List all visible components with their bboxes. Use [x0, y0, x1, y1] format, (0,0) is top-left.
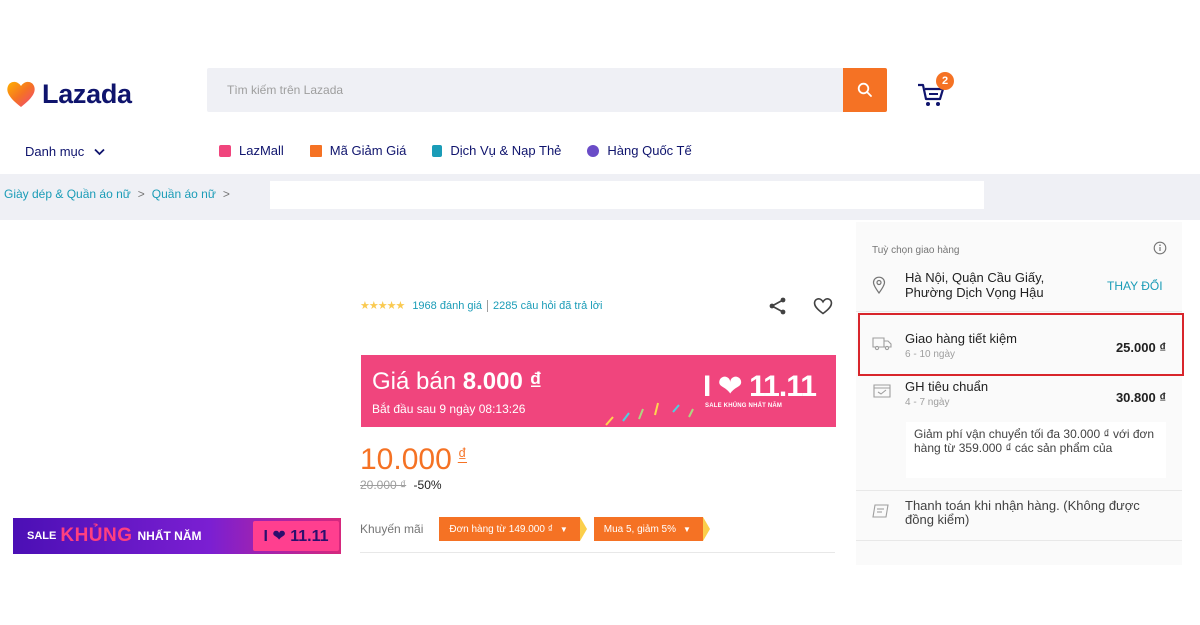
nav-link-label: Mã Giảm Giá	[329, 143, 407, 158]
price-value: 10.000	[360, 443, 452, 476]
info-icon[interactable]	[1153, 241, 1167, 255]
delivery-title: Tuỳ chọn giao hàng	[872, 245, 960, 256]
divider	[856, 311, 1182, 312]
reviews-link[interactable]: 1968 đánh giá	[412, 300, 482, 312]
voucher-tag[interactable]: Đơn hàng từ 149.000 ₫ ▼	[439, 517, 588, 541]
search-input[interactable]	[207, 68, 843, 112]
chevron-down-icon: ▼	[683, 524, 691, 534]
highlight-box	[858, 313, 1184, 376]
nav-link-topup[interactable]: Dịch Vụ & Nạp Thẻ	[432, 143, 561, 158]
cart-count-badge: 2	[936, 72, 954, 90]
shipping-price: 30.800 ₫	[1115, 390, 1166, 405]
product-rating: ★★★★★ 1968 đánh giá 2285 câu hỏi đã trả …	[360, 299, 602, 312]
location-pin-icon	[872, 276, 886, 294]
banner-khung-text: KHỦNG	[60, 525, 133, 546]
flash-sale-countdown: Bắt đầu sau 9 ngày 08:13:26	[372, 402, 526, 416]
share-icon[interactable]	[768, 296, 788, 316]
change-address-link[interactable]: THAY ĐỔI	[1107, 279, 1163, 293]
divider	[856, 490, 1182, 491]
breadcrumb-item[interactable]: Giày dép & Quần áo nữ	[4, 187, 131, 201]
lazada-logo[interactable]: Lazada	[6, 78, 132, 110]
cash-on-delivery-icon	[872, 504, 889, 518]
cart-button[interactable]: 2	[916, 72, 956, 112]
original-price: 20.000 ₫	[360, 478, 407, 492]
shipping-days: 4 - 7 ngày	[905, 397, 950, 408]
nav-link-label: Hàng Quốc Tế	[607, 143, 692, 158]
answers-link[interactable]: 2285 câu hỏi đã trả lời	[493, 300, 602, 312]
phone-topup-icon	[432, 144, 443, 157]
lazmall-icon	[219, 144, 231, 157]
breadcrumb-item[interactable]: Quần áo nữ	[152, 187, 216, 201]
flash-sale-label: Giá bán	[372, 368, 457, 395]
nav-link-coupon[interactable]: Mã Giảm Giá	[309, 143, 407, 158]
flash-sale-logo-subtitle: SALE KHỦNG NHẤT NĂM	[705, 403, 783, 409]
delivery-options-panel: Tuỳ chọn giao hàng Hà Nội, Quận Cầu Giấy…	[856, 222, 1182, 565]
rating-divider	[487, 299, 489, 312]
search-box	[207, 68, 843, 112]
search-icon	[857, 82, 872, 97]
shipping-option-standard[interactable]: GH tiêu chuẩn 4 - 7 ngày 30.800 ₫	[856, 374, 1182, 424]
rating-stars: ★★★★★	[360, 300, 405, 312]
breadcrumb-current	[270, 181, 984, 209]
heart-logo-icon	[7, 81, 35, 107]
wishlist-heart-icon[interactable]	[813, 297, 833, 315]
breadcrumb-separator: >	[222, 187, 230, 201]
banner-1111-tag: I ❤ 11.11	[253, 521, 339, 551]
voucher-label: Mua 5, giảm 5%	[603, 523, 677, 535]
breadcrumb: Giày dép & Quần áo nữ > Quần áo nữ >	[4, 187, 237, 201]
delivery-address: Hà Nội, Quận Cầu Giấy, Phường Dịch Vọng …	[905, 270, 1045, 300]
logo-text: Lazada	[42, 78, 132, 109]
discount-percent: -50%	[413, 478, 442, 492]
nav-links: LazMall Mã Giảm Giá Dịch Vụ & Nạp Thẻ Hà…	[219, 143, 718, 158]
flash-sale-1111-logo: I ❤ 11.11	[703, 370, 817, 403]
nav-link-global[interactable]: Hàng Quốc Tế	[587, 143, 692, 158]
coupon-icon	[309, 144, 322, 157]
nav-link-label: Dịch Vụ & Nạp Thẻ	[450, 143, 562, 158]
category-label: Danh mục	[25, 144, 85, 159]
flash-sale-amount: 8.000 ₫	[462, 368, 542, 395]
chevron-down-icon: ▼	[559, 524, 568, 534]
banner-nhat-nam-text: NHẤT NĂM	[137, 529, 202, 543]
nav-link-lazmall[interactable]: LazMall	[219, 143, 284, 158]
shipping-name: GH tiêu chuẩn	[905, 379, 989, 394]
shipping-discount-note: Giảm phí vận chuyển tối đa 30.000 ₫ với …	[906, 422, 1166, 478]
original-price-row: 20.000 ₫ -50%	[360, 478, 442, 492]
package-icon	[873, 384, 891, 398]
chevron-down-icon	[94, 148, 105, 155]
product-price: 10.000 ₫	[360, 443, 467, 477]
flash-sale-banner: Giá bán 8.000 ₫ Bắt đầu sau 9 ngày 08:13…	[361, 355, 836, 427]
divider	[360, 552, 835, 553]
voucher-label: Đơn hàng từ 149.000 ₫	[449, 523, 553, 535]
price-currency: ₫	[457, 445, 468, 465]
banner-sale-text: SALE	[27, 530, 57, 542]
breadcrumb-separator: >	[137, 187, 145, 201]
sale-banner[interactable]: SALE KHỦNG NHẤT NĂM I ❤ 11.11	[13, 518, 341, 554]
global-goods-icon	[587, 144, 600, 157]
promotions-row: Khuyến mãi Đơn hàng từ 149.000 ₫ ▼ Mua 5,…	[360, 517, 717, 541]
voucher-tag[interactable]: Mua 5, giảm 5% ▼	[593, 517, 711, 541]
category-menu[interactable]: Danh mục	[25, 144, 105, 159]
flash-sale-price: Giá bán 8.000 ₫	[372, 368, 542, 396]
nav-link-label: LazMall	[239, 143, 284, 158]
search-button[interactable]	[843, 68, 887, 112]
product-page: Lazada 2 Danh mục LazMall Mã Giả	[0, 0, 1200, 625]
cod-text: Thanh toán khi nhận hàng. (Không được đồ…	[905, 498, 1140, 527]
divider	[856, 540, 1182, 541]
promotions-label: Khuyến mãi	[360, 522, 424, 536]
